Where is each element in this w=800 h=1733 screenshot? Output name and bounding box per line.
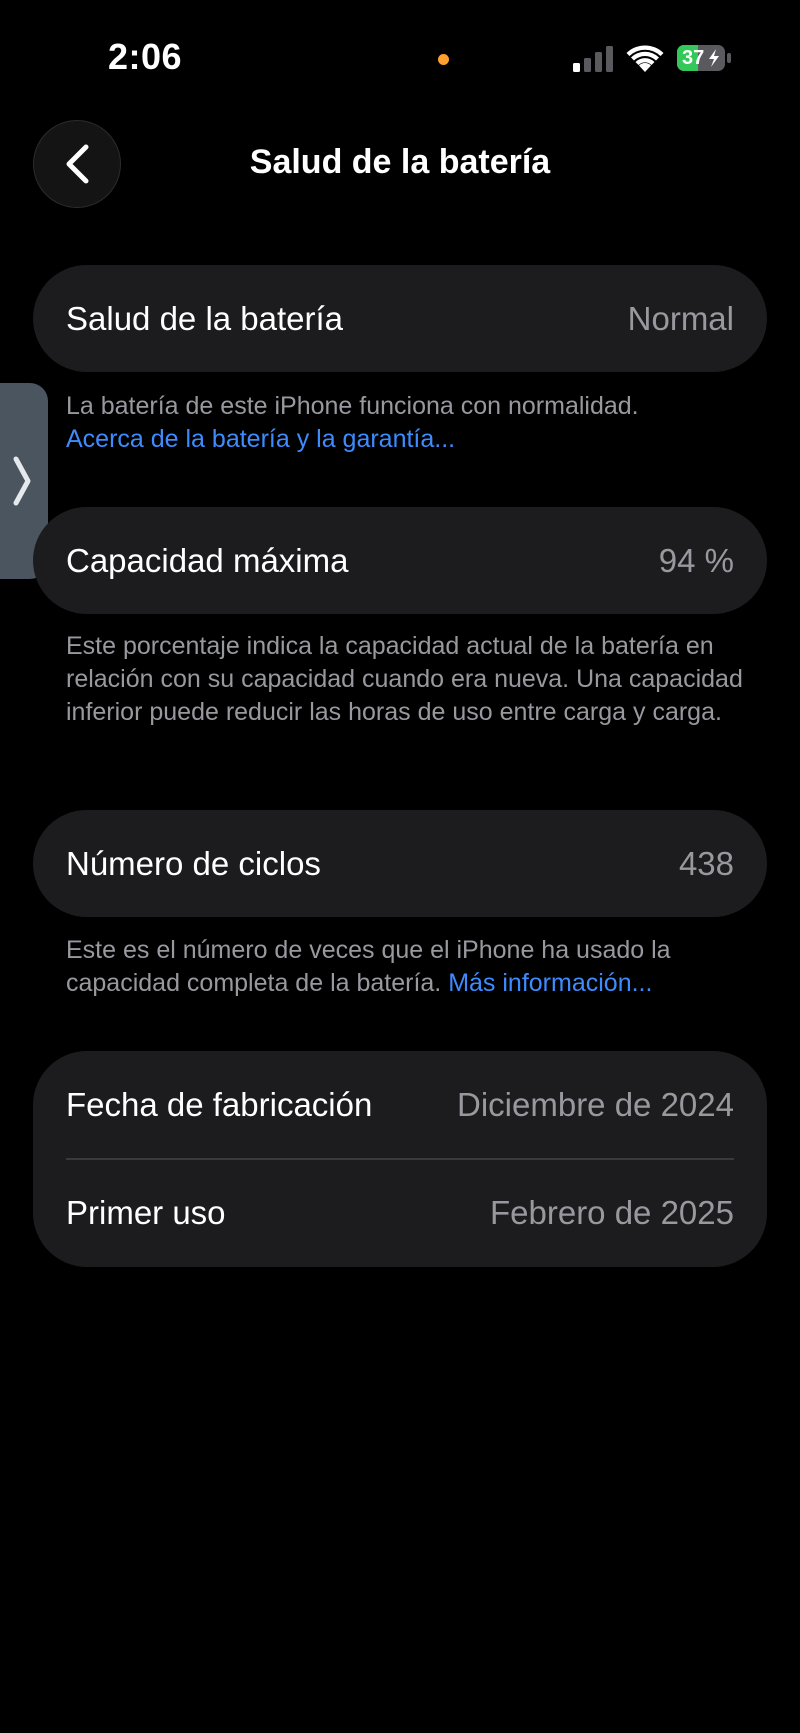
battery-health-label: Salud de la batería [66, 299, 344, 337]
wifi-icon [626, 45, 664, 72]
page-title: Salud de la batería [249, 143, 551, 181]
max-capacity-footnote: Este porcentaje indica la capacidad actu… [66, 632, 743, 726]
max-capacity-label: Capacidad máxima [66, 541, 349, 579]
status-time: 2:06 [108, 36, 183, 77]
chevron-right-icon [13, 456, 31, 506]
first-use-value: Febrero de 2025 [489, 1194, 734, 1231]
battery-level: 37 [682, 47, 705, 69]
manufacture-date-value: Diciembre de 2024 [457, 1085, 734, 1123]
battery-warranty-link[interactable]: Acerca de la batería y la garantía... [66, 425, 455, 453]
max-capacity-value: 94 % [658, 541, 734, 579]
cycle-count-footnote: Este es el número de veces que el iPhone… [66, 934, 756, 1000]
screen: 2:06 37 Salud de la batería Salud de la … [0, 0, 800, 1733]
dates-card: Fecha de fabricación Diciembre de 2024 P… [33, 1051, 767, 1267]
max-capacity-row: Capacidad máxima 94 % [33, 507, 767, 614]
cycle-count-row: Número de ciclos 438 [33, 810, 767, 917]
battery-health-card: Salud de la batería Normal [33, 265, 767, 372]
battery-health-value: Normal [627, 299, 734, 337]
first-use-label: Primer uso [66, 1194, 226, 1231]
battery-health-row: Salud de la batería Normal [33, 265, 767, 372]
cycle-count-value: 438 [678, 844, 734, 882]
cycle-count-card: Número de ciclos 438 [33, 810, 767, 917]
cellular-signal-icon [573, 46, 613, 72]
battery-health-description: La batería de este iPhone funciona con n… [66, 392, 639, 420]
manufacture-date-row: Fecha de fabricación Diciembre de 2024 [33, 1051, 767, 1158]
manufacture-date-label: Fecha de fabricación [66, 1085, 373, 1123]
privacy-indicator-dot [438, 54, 449, 65]
first-use-row: Primer uso Febrero de 2025 [33, 1160, 767, 1267]
battery-health-footnote: La batería de este iPhone funciona con n… [66, 390, 756, 456]
more-info-link[interactable]: Más información... [448, 969, 652, 997]
cycle-count-label: Número de ciclos [66, 844, 321, 882]
max-capacity-card: Capacidad máxima 94 % [33, 507, 767, 614]
